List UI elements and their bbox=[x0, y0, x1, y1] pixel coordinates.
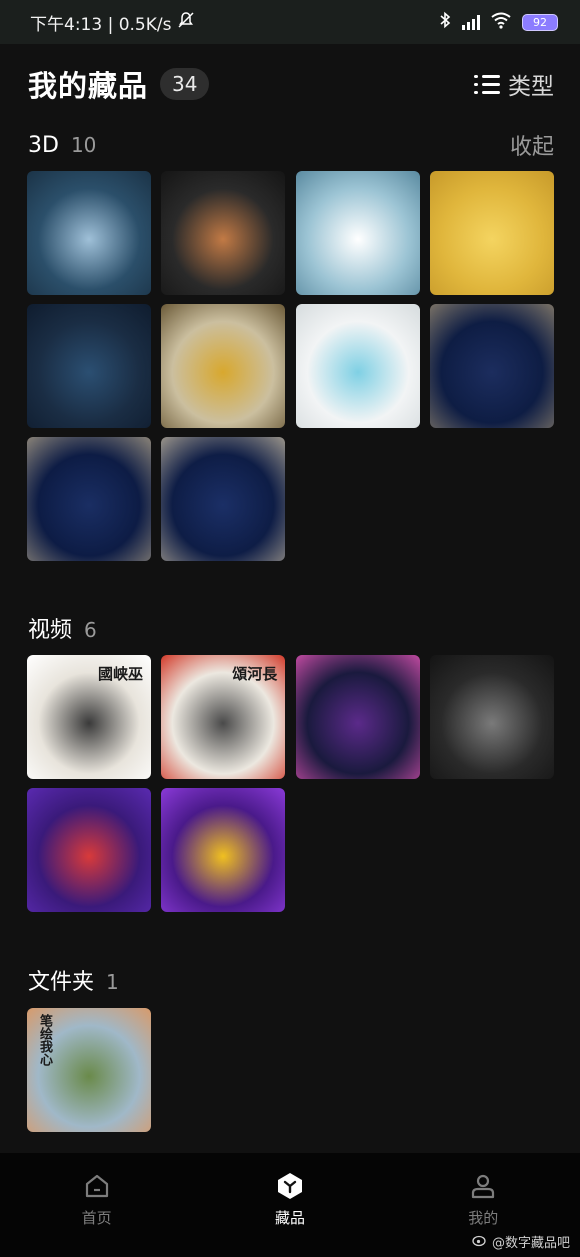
section-header-3d: 3D 10 收起 bbox=[28, 129, 554, 161]
collection-count-badge: 34 bbox=[160, 68, 210, 100]
status-right: 92 bbox=[438, 11, 558, 34]
section-count: 1 bbox=[106, 970, 119, 994]
status-time-speed: 下午4:13 | 0.5K/s bbox=[30, 14, 172, 35]
collection-item-carved-stone-fragment[interactable] bbox=[161, 437, 286, 561]
weibo-icon bbox=[472, 1233, 488, 1251]
bluetooth-icon bbox=[438, 11, 452, 34]
collection-item-architecture-diorama[interactable] bbox=[27, 304, 151, 428]
watermark: @数字藏品吧 bbox=[472, 1232, 570, 1251]
section-name: 3D bbox=[28, 132, 59, 158]
section-name: 视频 bbox=[28, 618, 73, 643]
collection-item-carved-stone-fish[interactable] bbox=[27, 437, 151, 561]
page-title: 我的藏品 bbox=[28, 69, 149, 103]
nav-item-profile[interactable]: 我的 bbox=[423, 1171, 543, 1228]
grid-video: 國峡巫 頌河長 bbox=[27, 655, 554, 912]
nav-label: 藏品 bbox=[274, 1209, 305, 1227]
profile-icon bbox=[468, 1171, 498, 1201]
collection-item-blue-white-vase[interactable] bbox=[295, 171, 420, 295]
thumb-caption: 頌河長 bbox=[232, 665, 278, 683]
status-left: 下午4:13 | 0.5K/s bbox=[30, 10, 195, 35]
collection-item-dark-robot-figure[interactable] bbox=[429, 655, 554, 779]
section-header-video: 视频 6 bbox=[28, 613, 554, 643]
hd-signal-icon bbox=[462, 14, 480, 30]
collection-item-ink-painting-gorge[interactable]: 國峡巫 bbox=[27, 655, 151, 779]
grid-3d bbox=[27, 171, 554, 561]
battery-icon: 92 bbox=[522, 13, 558, 31]
collection-item-golden-relief-panel[interactable] bbox=[161, 304, 286, 428]
nav-item-home[interactable]: 首页 bbox=[37, 1171, 157, 1228]
wifi-icon bbox=[490, 11, 512, 34]
mute-bell-icon bbox=[177, 11, 195, 34]
nav-label: 首页 bbox=[81, 1209, 112, 1227]
thumb-caption: 國峡巫 bbox=[97, 665, 143, 683]
collection-item-abstract-purple-swirl[interactable] bbox=[295, 655, 420, 779]
section-count: 6 bbox=[84, 618, 97, 642]
thumb-caption: 笔绘我心 bbox=[37, 1014, 52, 1066]
collection-icon bbox=[275, 1171, 305, 1201]
type-filter-label: 类型 bbox=[508, 74, 554, 100]
collection-item-celadon-tripod-censer[interactable] bbox=[295, 304, 420, 428]
collection-item-figure-statue[interactable] bbox=[429, 171, 554, 295]
list-icon bbox=[474, 72, 500, 96]
page-header: 我的藏品 34 类型 bbox=[28, 62, 554, 106]
title-group: 我的藏品 34 bbox=[28, 63, 210, 105]
watermark-text: @数字藏品吧 bbox=[491, 1236, 570, 1251]
collection-item-purple-yellow-burst[interactable] bbox=[161, 788, 286, 912]
collapse-button[interactable]: 收起 bbox=[510, 129, 554, 161]
collection-item-blue-white-porcelain-plaque[interactable] bbox=[27, 171, 151, 295]
collection-item-ink-painting-river[interactable]: 頌河長 bbox=[161, 655, 286, 779]
collection-item-cat-sculpture[interactable] bbox=[161, 171, 286, 295]
collection-item-folder-painting[interactable]: 笔绘我心 bbox=[27, 1008, 151, 1132]
section-count: 10 bbox=[70, 132, 97, 157]
nav-label: 我的 bbox=[468, 1209, 499, 1227]
grid-folder: 笔绘我心 bbox=[27, 1008, 554, 1132]
section-header-folder: 文件夹 1 bbox=[28, 965, 554, 995]
section-name: 文件夹 bbox=[28, 970, 95, 995]
collection-item-red-sun-purple[interactable] bbox=[27, 788, 151, 912]
nav-item-collection[interactable]: 藏品 bbox=[230, 1171, 350, 1228]
status-bar: 下午4:13 | 0.5K/s 92 bbox=[0, 0, 580, 44]
type-filter-button[interactable]: 类型 bbox=[474, 67, 554, 101]
collection-item-inscribed-stone-tablet[interactable] bbox=[429, 304, 554, 428]
home-icon bbox=[82, 1171, 112, 1201]
